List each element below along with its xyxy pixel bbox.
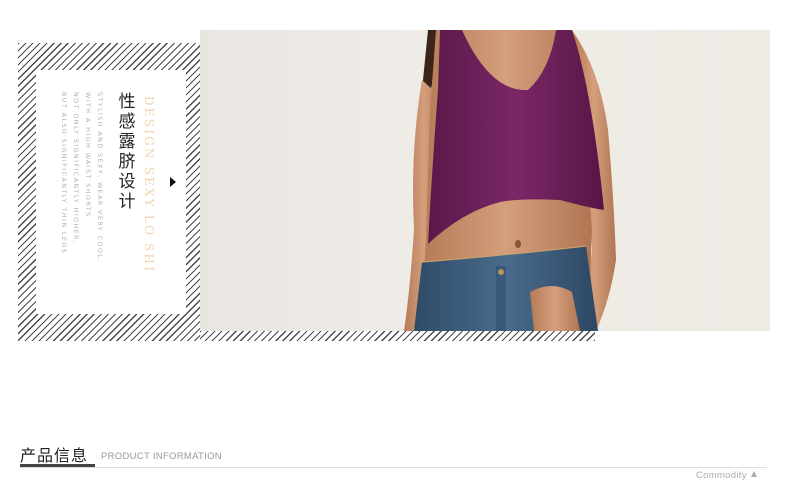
arrow-right-icon <box>170 177 176 187</box>
hatched-strip <box>200 331 595 341</box>
description-line: NOT ONLY SIGNIFICANTLY HIGHER, <box>72 92 80 245</box>
commodity-label: Commodity <box>696 470 747 481</box>
section-title-en: PRODUCT INFORMATION <box>101 451 222 462</box>
description-line: WITH A HIGH WAIST SHORTS <box>84 92 92 218</box>
banner-title-en: DESIGN SEXY LO SHI <box>142 96 156 274</box>
banner-title-zh: 性感露脐设计 <box>118 92 136 212</box>
model-illustration <box>404 30 616 331</box>
product-photo <box>200 30 770 331</box>
commodity-link[interactable]: Commodity <box>696 470 757 481</box>
description-line: BUT ALSO SIGNIFICANTLY THIN LEGS <box>60 92 68 255</box>
triangle-up-icon <box>750 471 757 477</box>
section-title-zh: 产品信息 <box>20 446 89 465</box>
banner-description: STYLISH AND SEXY, WEAR VERY COOL, WITH A… <box>58 92 106 263</box>
description-line: STYLISH AND SEXY, WEAR VERY COOL, <box>96 92 104 263</box>
section-divider <box>20 467 767 468</box>
